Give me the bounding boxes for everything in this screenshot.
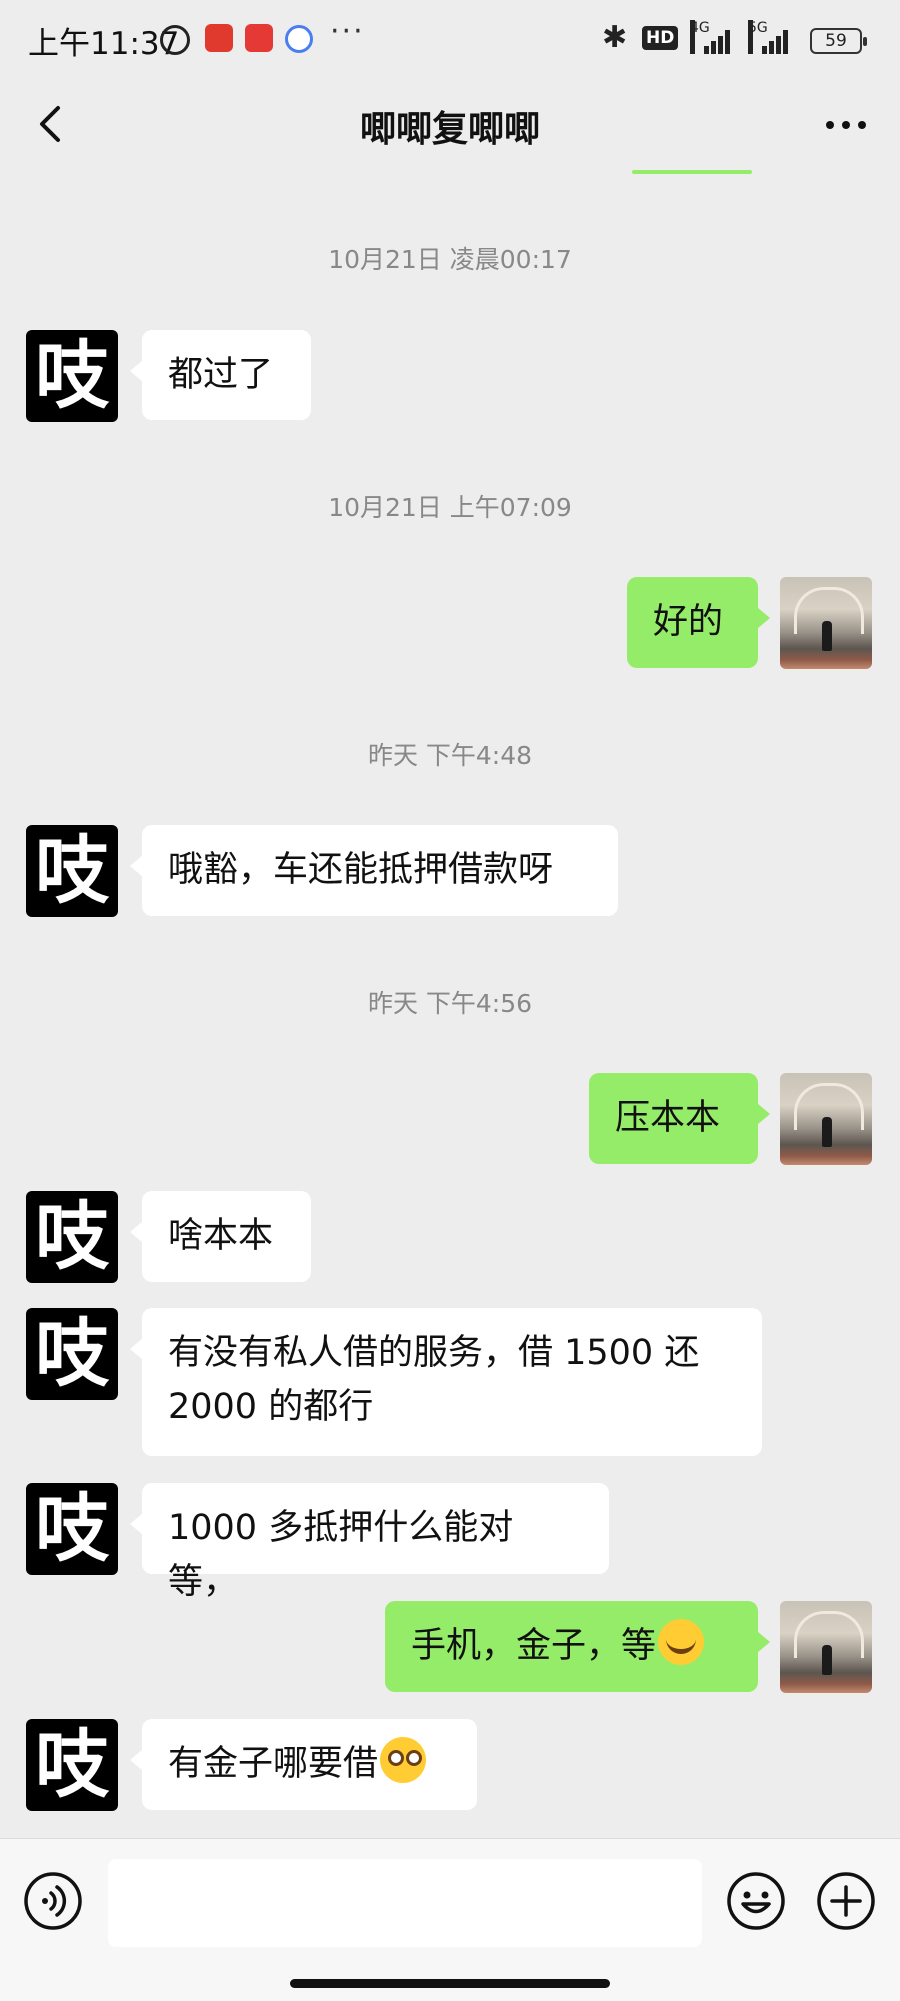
contact-avatar[interactable]: 吱 [26,1483,118,1575]
message-text: 手机，金子，等 [411,1626,657,1666]
timestamp: 昨天 下午4:56 [367,989,533,1018]
app-notification-icon [285,25,313,53]
flushed-emoji-icon [380,1737,427,1783]
status-bar: 上午11:37 ··· ✱ HD 4G 5G 59 [0,0,900,80]
voice-icon[interactable] [23,1871,83,1931]
message-input[interactable] [108,1859,702,1947]
incoming-message[interactable]: 啥本本 [130,1191,311,1282]
message-text: 都过了 [168,355,274,395]
message-text: 好的 [653,602,724,642]
more-dots-icon[interactable] [822,110,870,140]
incoming-message[interactable]: 有没有私人借的服务，借 1500 还 2000 的都行 [130,1308,762,1456]
hd-badge: HD [642,26,679,50]
timestamp: 10月21日 上午07:09 [328,493,572,522]
timestamp: 10月21日 凌晨00:17 [328,245,572,274]
contact-avatar[interactable]: 吱 [26,330,118,422]
home-indicator[interactable] [290,1979,610,1988]
contact-avatar[interactable]: 吱 [26,1308,118,1400]
signal-icon: 5G [748,20,792,54]
outgoing-message[interactable]: 手机，金子，等 [385,1601,770,1692]
app-notification-icon [245,24,273,52]
contact-avatar[interactable]: 吱 [26,1191,118,1283]
more-notifications-icon: ··· [330,14,365,49]
plus-icon[interactable] [816,1871,876,1931]
incoming-message[interactable]: 都过了 [130,330,311,420]
user-avatar[interactable] [780,577,872,669]
incoming-message[interactable]: 1000 多抵押什么能对等， [130,1483,609,1602]
chat-header: 唧唧复唧唧 [0,80,900,172]
timestamp: 昨天 下午4:48 [367,741,533,770]
message-text: 啥本本 [168,1216,274,1256]
signal-icon: 4G [690,20,734,54]
contact-avatar[interactable]: 吱 [26,1719,118,1811]
input-bar [0,1838,900,2001]
user-avatar[interactable] [780,1601,872,1693]
message-text: 压本本 [615,1098,721,1138]
battery-icon: 59 [810,28,867,54]
previous-message-edge [632,170,752,174]
message-text: 1000 多抵押什么能对等， [168,1508,514,1602]
message-text: 有没有私人借的服务，借 1500 还 2000 的都行 [168,1333,700,1427]
emoji-icon[interactable] [726,1871,786,1931]
user-avatar[interactable] [780,1073,872,1165]
message-text: 哦豁，车还能抵押借款呀 [168,850,554,890]
message-text: 有金子哪要借 [168,1744,379,1784]
incoming-message[interactable]: 哦豁，车还能抵押借款呀 [130,825,618,916]
chat-title: 唧唧复唧唧 [359,109,540,150]
outgoing-message[interactable]: 压本本 [589,1073,770,1164]
incoming-message[interactable]: 有金子哪要借 [130,1719,477,1810]
status-time: 上午11:37 [28,26,180,62]
bluetooth-icon: ✱ [602,20,628,55]
network-label: 4G [690,20,710,54]
laughing-emoji-icon [658,1619,705,1665]
outgoing-message[interactable]: 好的 [627,577,770,668]
app-notification-icon [205,24,233,52]
network-label: 5G [748,20,768,54]
contact-avatar[interactable]: 吱 [26,825,118,917]
alarm-icon [160,25,190,55]
